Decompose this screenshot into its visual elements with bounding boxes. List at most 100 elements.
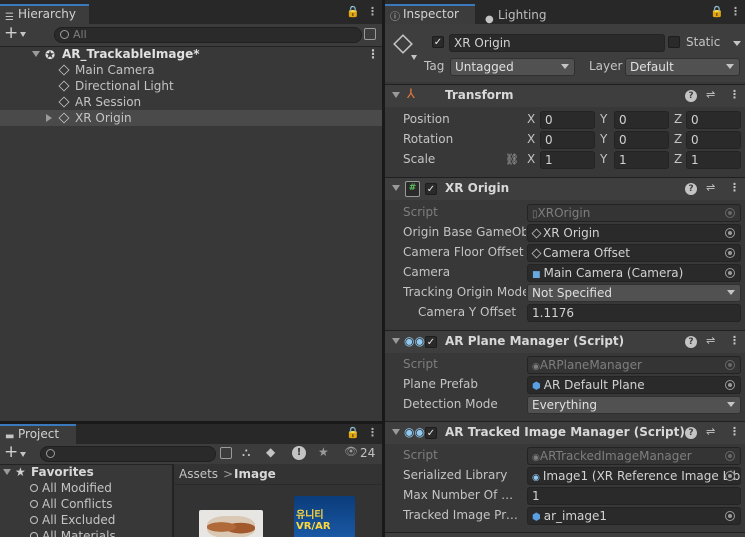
warning-icon[interactable]: ! [292, 446, 306, 460]
component-enabled-checkbox[interactable]: ✓ [425, 183, 437, 195]
position-z-field[interactable]: 0 [686, 111, 741, 129]
hierarchy-item-directional-light[interactable]: Directional Light [0, 78, 382, 94]
scale-x-field[interactable]: 1 [540, 151, 595, 169]
asset-thumbnail-sweets[interactable] [199, 510, 263, 537]
help-icon[interactable]: ? [685, 427, 697, 439]
star-icon[interactable]: ★ [318, 445, 329, 459]
position-y-field[interactable]: 0 [614, 111, 669, 129]
rotation-z-field[interactable]: 0 [686, 131, 741, 149]
object-picker-icon[interactable] [725, 248, 735, 258]
help-icon[interactable]: ? [685, 183, 697, 195]
object-picker-icon[interactable] [725, 268, 735, 278]
kebab-menu-icon[interactable]: ⋮ [729, 334, 740, 347]
presets-icon[interactable]: ⇌ [706, 181, 715, 194]
tab-project[interactable]: ▬ Project [0, 424, 76, 444]
kebab-menu-icon[interactable]: ⋮ [729, 181, 740, 194]
kebab-menu-icon[interactable]: ⋮ [729, 425, 740, 438]
rotation-x-field[interactable]: 0 [540, 131, 595, 149]
camera-y-offset-field[interactable]: 1.1176 [527, 304, 741, 322]
object-picker-icon[interactable] [725, 471, 735, 481]
filter-by-label-icon[interactable]: ◆ [266, 445, 275, 459]
camera-floor-offset-field[interactable]: Camera Offset [527, 244, 741, 262]
link-icon[interactable]: ⛓ [505, 153, 519, 166]
xr-origin-header[interactable]: # ✓ XR Origin ? ⇌ ⋮ [385, 177, 745, 200]
tag-value: Untagged [455, 60, 514, 74]
lock-icon[interactable]: 🔒 [346, 5, 360, 18]
lock-icon[interactable]: 🔒 [710, 5, 724, 18]
breadcrumb-root[interactable]: Assets [179, 464, 218, 484]
chevron-right-icon[interactable] [46, 114, 52, 122]
hierarchy-item-xr-origin[interactable]: XR Origin [0, 110, 382, 126]
chevron-down-icon[interactable] [3, 469, 11, 475]
scene-row[interactable]: ✪ AR_TrackableImage* ⋮ [0, 46, 382, 62]
scale-y-field[interactable]: 1 [614, 151, 669, 169]
breadcrumb-current[interactable]: Image [234, 464, 276, 484]
active-checkbox[interactable]: ✓ [432, 36, 444, 48]
kebab-menu-icon[interactable]: ⋮ [367, 46, 379, 62]
presets-icon[interactable]: ⇌ [706, 334, 715, 347]
chevron-down-icon[interactable] [32, 51, 40, 57]
kebab-menu-icon[interactable]: ⋮ [367, 426, 378, 439]
static-checkbox[interactable] [668, 36, 680, 48]
component-enabled-checkbox[interactable]: ✓ [425, 336, 437, 348]
project-search-input[interactable] [40, 446, 216, 462]
component-enabled-checkbox[interactable]: ✓ [425, 427, 437, 439]
kebab-menu-icon[interactable]: ⋮ [367, 5, 378, 18]
lock-icon[interactable]: 🔒 [346, 426, 360, 439]
tab-lighting[interactable]: ● Lighting [480, 4, 560, 25]
ar-plane-manager-header[interactable]: ◉◉ ✓ AR Plane Manager (Script) ? ⇌ ⋮ [385, 330, 745, 353]
hierarchy-item-ar-session[interactable]: AR Session [0, 94, 382, 110]
chevron-down-icon[interactable] [392, 338, 400, 344]
tab-inspector[interactable]: ⓘ Inspector [385, 4, 475, 24]
presets-icon[interactable]: ⇌ [706, 425, 715, 438]
search-input[interactable]: All [54, 27, 362, 43]
plane-prefab-field[interactable]: ⬢ AR Default Plane [527, 376, 741, 394]
scene-name: AR_TrackableImage* [62, 47, 200, 61]
chevron-down-icon[interactable] [411, 55, 417, 60]
gameobject-large-icon[interactable] [393, 34, 413, 54]
tracked-image-prefab-field[interactable]: ⬢ ar_image1 [527, 507, 741, 525]
script-field: ◉ARTrackedImageManager [527, 447, 741, 465]
object-picker-icon[interactable] [725, 228, 735, 238]
add-button[interactable]: + [4, 442, 18, 462]
serialized-library-field[interactable]: ◉Image1 (XR Reference Image Library) [527, 467, 741, 485]
max-moving-images-field[interactable]: 1 [527, 487, 741, 505]
object-name-input[interactable]: XR Origin [449, 34, 665, 52]
help-icon[interactable]: ? [685, 336, 697, 348]
position-x-field[interactable]: 0 [540, 111, 595, 129]
search-options-icon[interactable] [220, 447, 232, 459]
chevron-down-icon[interactable] [20, 452, 26, 457]
favorite-item[interactable]: All Materials [30, 528, 116, 537]
tab-hierarchy[interactable]: ☰ Hierarchy [0, 4, 89, 24]
chevron-down-icon[interactable] [392, 185, 400, 191]
kebab-menu-icon[interactable]: ⋮ [729, 88, 740, 101]
object-picker-icon[interactable] [725, 380, 735, 390]
eye-icon[interactable]: 👁 [344, 445, 358, 458]
filter-by-type-icon[interactable]: ⛬ [242, 445, 250, 460]
favorite-item[interactable]: All Conflicts [30, 496, 112, 512]
chevron-down-icon[interactable] [20, 32, 26, 37]
chevron-down-icon[interactable] [392, 429, 400, 435]
layer-dropdown[interactable]: Default [625, 58, 740, 76]
search-options-icon[interactable] [364, 28, 376, 40]
favorite-item[interactable]: All Excluded [30, 512, 115, 528]
hierarchy-item-main-camera[interactable]: Main Camera [0, 62, 382, 78]
help-icon[interactable]: ? [685, 90, 697, 102]
tag-dropdown[interactable]: Untagged [450, 58, 575, 76]
scale-z-field[interactable]: 1 [686, 151, 741, 169]
presets-icon[interactable]: ⇌ [706, 88, 715, 101]
transform-header[interactable]: ⅄ Transform ? ⇌ ⋮ [385, 84, 745, 107]
kebab-menu-icon[interactable]: ⋮ [730, 5, 741, 18]
asset-thumbnail-book[interactable]: 유니티 VR/AR [294, 496, 355, 537]
favorite-item[interactable]: All Modified [30, 480, 112, 496]
chevron-down-icon[interactable] [733, 41, 741, 46]
object-picker-icon[interactable] [725, 511, 735, 521]
tracking-origin-mode-dropdown[interactable]: Not Specified [527, 284, 741, 302]
chevron-down-icon[interactable] [392, 92, 400, 98]
origin-base-field[interactable]: XR Origin [527, 224, 741, 242]
camera-field[interactable]: ■ Main Camera (Camera) [527, 264, 741, 282]
detection-mode-dropdown[interactable]: Everything [527, 396, 741, 414]
ar-tracked-image-manager-header[interactable]: ◉◉ ✓ AR Tracked Image Manager (Script) ?… [385, 421, 745, 444]
add-button[interactable]: + [4, 23, 18, 43]
rotation-y-field[interactable]: 0 [614, 131, 669, 149]
